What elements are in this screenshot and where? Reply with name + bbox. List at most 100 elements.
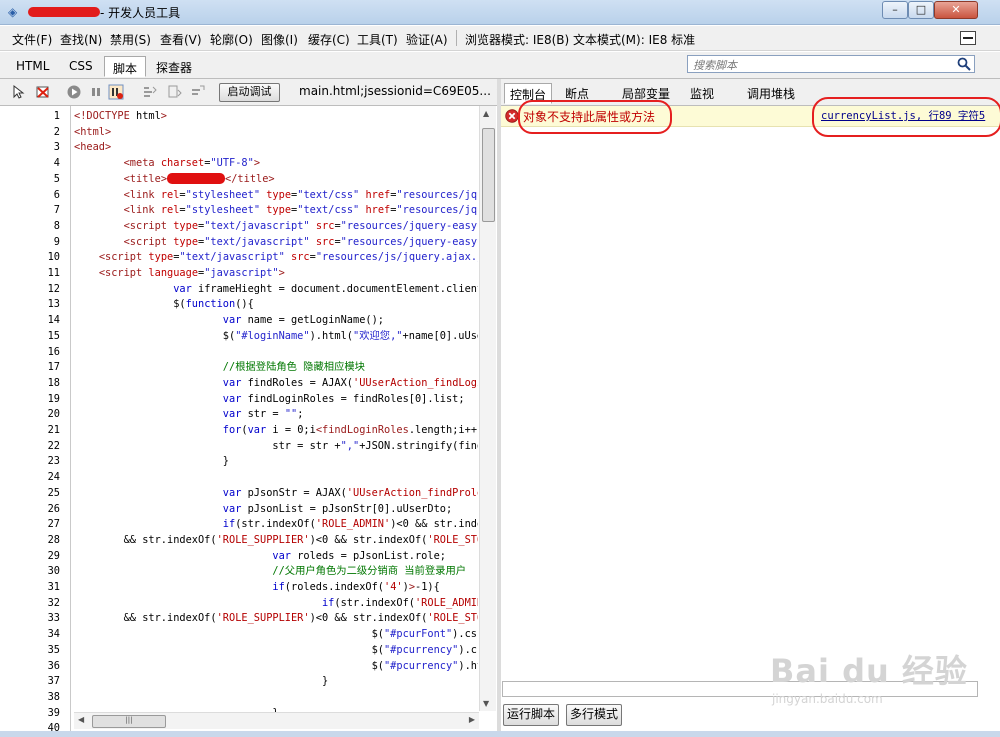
line-number[interactable]: 1: [38, 109, 60, 125]
line-number[interactable]: 17: [38, 360, 60, 376]
start-debugging-button[interactable]: 启动调试: [219, 83, 280, 102]
code-line[interactable]: 30 //父用户角色为二级分销商 当前登录用户: [0, 564, 478, 580]
code-line[interactable]: 35 $("#pcurrency").css(': [0, 643, 478, 659]
minimize-button[interactable]: –: [882, 1, 908, 19]
code-line[interactable]: 36 $("#pcurrency").html(: [0, 659, 478, 675]
code-line[interactable]: 29 var roleds = pJsonList.role;: [0, 549, 478, 565]
code-line[interactable]: 5 <title> </title>: [0, 172, 478, 188]
code-line[interactable]: 19 var findLoginRoles = findRoles[0].lis…: [0, 392, 478, 408]
step-over-icon[interactable]: [166, 84, 182, 100]
tab-breakpoints[interactable]: 断点: [560, 83, 594, 104]
code-line[interactable]: 22 str = str +","+JSON.stringify(findLo: [0, 439, 478, 455]
menu-cache[interactable]: 缓存(C): [308, 31, 350, 48]
line-number[interactable]: 28: [38, 533, 60, 549]
line-number[interactable]: 5: [38, 172, 60, 188]
line-number[interactable]: 34: [38, 627, 60, 643]
line-number[interactable]: 32: [38, 596, 60, 612]
tab-watch[interactable]: 监视: [685, 83, 719, 104]
line-number[interactable]: 18: [38, 376, 60, 392]
line-number[interactable]: 2: [38, 125, 60, 141]
menu-validate[interactable]: 验证(A): [406, 31, 448, 48]
line-number[interactable]: 26: [38, 502, 60, 518]
tab-call-stack[interactable]: 调用堆栈: [742, 83, 800, 104]
line-number[interactable]: 38: [38, 690, 60, 706]
tab-html[interactable]: HTML: [8, 56, 57, 77]
line-number[interactable]: 4: [38, 156, 60, 172]
hscroll-thumb[interactable]: |||: [92, 715, 166, 728]
code-vertical-scrollbar[interactable]: ▲ ▼: [479, 106, 496, 711]
code-line[interactable]: 3 <head>: [0, 140, 478, 156]
menu-file[interactable]: 文件(F): [12, 31, 52, 48]
code-line[interactable]: 2 <html>: [0, 125, 478, 141]
menu-find[interactable]: 查找(N): [60, 31, 102, 48]
collapse-icon[interactable]: [960, 31, 976, 45]
line-number[interactable]: 31: [38, 580, 60, 596]
line-number[interactable]: 39: [38, 706, 60, 722]
line-number[interactable]: 24: [38, 470, 60, 486]
line-number[interactable]: 21: [38, 423, 60, 439]
tab-profiler[interactable]: 探查器: [148, 56, 200, 77]
code-line[interactable]: 25 var pJsonStr = AJAX('UUserAction_find…: [0, 486, 478, 502]
code-line[interactable]: 20 var str = "";: [0, 407, 478, 423]
menu-outline[interactable]: 轮廓(O): [210, 31, 253, 48]
code-line[interactable]: 18 var findRoles = AJAX('UUserAction_fin…: [0, 376, 478, 392]
code-line[interactable]: 24: [0, 470, 478, 486]
line-number[interactable]: 9: [38, 235, 60, 251]
scroll-down-icon[interactable]: ▼: [483, 699, 489, 708]
code-line[interactable]: 15 $("#loginName").html("欢迎您,"+name[0].u…: [0, 329, 478, 345]
line-number[interactable]: 12: [38, 282, 60, 298]
search-script-input[interactable]: [691, 57, 951, 73]
menu-tools[interactable]: 工具(T): [357, 31, 398, 48]
code-line[interactable]: 38: [0, 690, 478, 706]
code-line[interactable]: 26 var pJsonList = pJsonStr[0].uUserDto;: [0, 502, 478, 518]
line-number[interactable]: 7: [38, 203, 60, 219]
line-number[interactable]: 27: [38, 517, 60, 533]
multi-line-mode-button[interactable]: 多行模式: [566, 704, 622, 726]
code-line[interactable]: 7 <link rel="stylesheet" type="text/css"…: [0, 203, 478, 219]
scroll-thumb[interactable]: [482, 128, 495, 222]
document-mode-menu[interactable]: 文本模式(M): IE8 标准: [573, 31, 695, 48]
code-line[interactable]: 9 <script type="text/javascript" src="re…: [0, 235, 478, 251]
code-line[interactable]: 12 var iframeHieght = document.documentE…: [0, 282, 478, 298]
tab-css[interactable]: CSS: [61, 56, 101, 77]
line-number[interactable]: 16: [38, 345, 60, 361]
code-line[interactable]: 27 if(str.indexOf('ROLE_ADMIN')<0 && str…: [0, 517, 478, 533]
line-number[interactable]: 8: [38, 219, 60, 235]
code-line[interactable]: 23 }: [0, 454, 478, 470]
scroll-up-icon[interactable]: ▲: [483, 109, 489, 118]
line-number[interactable]: 25: [38, 486, 60, 502]
code-line[interactable]: 8 <script type="text/javascript" src="re…: [0, 219, 478, 235]
line-number[interactable]: 10: [38, 250, 60, 266]
code-line[interactable]: 34 $("#pcurFont").css('d: [0, 627, 478, 643]
line-number[interactable]: 20: [38, 407, 60, 423]
code-line[interactable]: 6 <link rel="stylesheet" type="text/css"…: [0, 188, 478, 204]
line-number[interactable]: 19: [38, 392, 60, 408]
line-number[interactable]: 40: [38, 721, 60, 731]
code-line[interactable]: 4 <meta charset="UTF-8">: [0, 156, 478, 172]
line-number[interactable]: 3: [38, 140, 60, 156]
browser-mode-menu[interactable]: 浏览器模式: IE8(B): [465, 31, 569, 48]
line-number[interactable]: 13: [38, 297, 60, 313]
maximize-button[interactable]: □: [908, 1, 934, 19]
line-number[interactable]: 22: [38, 439, 60, 455]
line-number[interactable]: 30: [38, 564, 60, 580]
code-line[interactable]: 13 $(function(){: [0, 297, 478, 313]
code-line[interactable]: 37 }: [0, 674, 478, 690]
pause-icon[interactable]: [88, 84, 104, 100]
step-out-icon[interactable]: [190, 84, 206, 100]
tab-console[interactable]: 控制台: [504, 83, 553, 104]
tab-script[interactable]: 脚本: [104, 56, 147, 77]
code-line[interactable]: 21 for(var i = 0;i<findLoginRoles.length…: [0, 423, 478, 439]
code-line[interactable]: 10 <script type="text/javascript" src="r…: [0, 250, 478, 266]
clear-browser-cache-icon[interactable]: [35, 84, 51, 100]
tab-locals[interactable]: 局部变量: [617, 83, 675, 104]
code-line[interactable]: 11 <script language="javascript">: [0, 266, 478, 282]
line-number[interactable]: 37: [38, 674, 60, 690]
break-on-error-icon[interactable]: [108, 84, 124, 100]
script-source-view[interactable]: 1 <!DOCTYPE html> 2 <html> 3 <head> 4 <meta ch…: [0, 106, 496, 731]
line-number[interactable]: 14: [38, 313, 60, 329]
code-line[interactable]: 17 //根据登陆角色 隐藏相应模块: [0, 360, 478, 376]
select-element-icon[interactable]: [11, 84, 27, 100]
scroll-right-icon[interactable]: ▶: [469, 715, 475, 724]
continue-icon[interactable]: [66, 84, 82, 100]
